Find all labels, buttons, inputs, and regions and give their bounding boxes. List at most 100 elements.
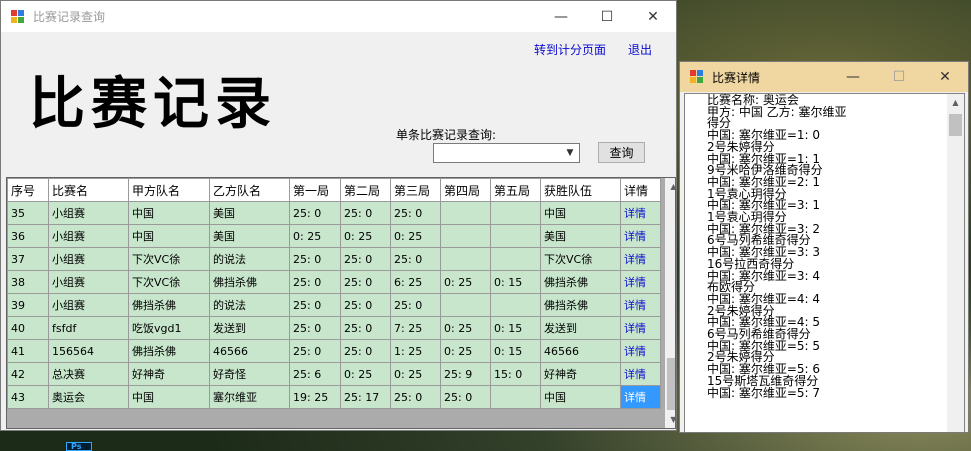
table-cell[interactable]: 下次VC徐 bbox=[540, 247, 621, 271]
table-cell[interactable] bbox=[440, 293, 491, 317]
minimize-icon[interactable]: — bbox=[830, 62, 876, 92]
table-cell[interactable]: 吃饭vgd1 bbox=[128, 316, 210, 340]
table-cell[interactable]: 25: 0 bbox=[289, 293, 341, 317]
table-cell[interactable]: 156564 bbox=[48, 339, 129, 363]
table-cell[interactable]: 25: 0 bbox=[340, 201, 391, 225]
table-cell[interactable]: 0: 25 bbox=[440, 339, 491, 363]
table-cell[interactable]: 的说法 bbox=[209, 293, 290, 317]
table-cell[interactable]: 0: 15 bbox=[490, 316, 541, 340]
column-header[interactable]: 甲方队名 bbox=[128, 178, 210, 202]
table-cell[interactable]: 美国 bbox=[209, 201, 290, 225]
table-cell[interactable] bbox=[440, 224, 491, 248]
table-row[interactable]: 37 小组赛 下次VC徐 的说法 25: 0 25: 0 25: 0 下次VC徐 详情 bbox=[7, 247, 661, 271]
table-cell[interactable]: 小组赛 bbox=[48, 293, 129, 317]
table-cell[interactable]: 佛挡杀佛 bbox=[540, 293, 621, 317]
scroll-thumb[interactable] bbox=[667, 358, 675, 410]
table-cell[interactable]: 美国 bbox=[540, 224, 621, 248]
table-cell[interactable]: 下次VC徐 bbox=[128, 247, 210, 271]
maximize-icon[interactable]: ☐ bbox=[584, 1, 630, 32]
table-cell[interactable] bbox=[490, 293, 541, 317]
table-cell[interactable]: 发送到 bbox=[209, 316, 290, 340]
grid-scrollbar[interactable]: ▲ ▼ bbox=[665, 178, 675, 428]
table-cell[interactable]: 25: 9 bbox=[440, 362, 491, 386]
detail-link[interactable]: 详情 bbox=[620, 293, 661, 317]
table-cell[interactable]: 25: 0 bbox=[289, 247, 341, 271]
column-header[interactable]: 详情 bbox=[620, 178, 661, 202]
table-cell[interactable]: 36 bbox=[7, 224, 49, 248]
detail-titlebar[interactable]: 比赛详情 — ☐ ✕ bbox=[680, 62, 968, 92]
table-row[interactable]: 43 奥运会 中国 塞尔维亚 19: 25 25: 17 25: 0 25: 0 中国 详情 bbox=[7, 385, 661, 409]
table-cell[interactable]: 25: 0 bbox=[340, 316, 391, 340]
table-cell[interactable]: 中国 bbox=[540, 201, 621, 225]
column-header[interactable]: 第三局 bbox=[390, 178, 441, 202]
table-cell[interactable]: 佛挡杀佛 bbox=[209, 270, 290, 294]
table-cell[interactable]: 35 bbox=[7, 201, 49, 225]
table-row[interactable]: 35 小组赛 中国 美国 25: 0 25: 0 25: 0 中国 详情 bbox=[7, 201, 661, 225]
table-cell[interactable]: 25: 0 bbox=[340, 339, 391, 363]
table-cell[interactable]: 小组赛 bbox=[48, 270, 129, 294]
detail-link[interactable]: 详情 bbox=[620, 201, 661, 225]
table-cell[interactable]: 40 bbox=[7, 316, 49, 340]
table-cell[interactable]: 1: 25 bbox=[390, 339, 441, 363]
table-cell[interactable]: 中国 bbox=[128, 224, 210, 248]
table-cell[interactable]: 46566 bbox=[540, 339, 621, 363]
table-cell[interactable]: 0: 15 bbox=[490, 339, 541, 363]
table-cell[interactable]: 25: 0 bbox=[390, 247, 441, 271]
table-cell[interactable]: 25: 0 bbox=[289, 339, 341, 363]
column-header[interactable]: 获胜队伍 bbox=[540, 178, 621, 202]
table-cell[interactable]: 41 bbox=[7, 339, 49, 363]
column-header[interactable]: 第五局 bbox=[490, 178, 541, 202]
table-cell[interactable]: 25: 0 bbox=[440, 385, 491, 409]
table-cell[interactable]: 0: 25 bbox=[340, 362, 391, 386]
table-cell[interactable]: 25: 0 bbox=[289, 201, 341, 225]
table-cell[interactable]: 25: 0 bbox=[390, 385, 441, 409]
table-cell[interactable] bbox=[490, 385, 541, 409]
main-titlebar[interactable]: 比赛记录查询 — ☐ ✕ bbox=[1, 1, 676, 32]
table-cell[interactable]: 小组赛 bbox=[48, 201, 129, 225]
table-cell[interactable]: 19: 25 bbox=[289, 385, 341, 409]
table-row[interactable]: 36 小组赛 中国 美国 0: 25 0: 25 0: 25 美国 详情 bbox=[7, 224, 661, 248]
table-cell[interactable]: 下次VC徐 bbox=[128, 270, 210, 294]
detail-link[interactable]: 详情 bbox=[620, 362, 661, 386]
table-cell[interactable]: 佛挡杀佛 bbox=[540, 270, 621, 294]
table-cell[interactable]: 小组赛 bbox=[48, 247, 129, 271]
table-cell[interactable] bbox=[440, 201, 491, 225]
table-cell[interactable]: 6: 25 bbox=[390, 270, 441, 294]
scoring-page-link[interactable]: 转到计分页面 bbox=[534, 41, 606, 58]
table-cell[interactable]: 46566 bbox=[209, 339, 290, 363]
column-header[interactable]: 比赛名 bbox=[48, 178, 129, 202]
table-cell[interactable]: 0: 25 bbox=[289, 224, 341, 248]
column-header[interactable]: 序号 bbox=[7, 178, 49, 202]
table-cell[interactable]: 塞尔维亚 bbox=[209, 385, 290, 409]
detail-link[interactable]: 详情 bbox=[620, 247, 661, 271]
table-cell[interactable]: 25: 17 bbox=[340, 385, 391, 409]
table-cell[interactable]: 25: 0 bbox=[289, 316, 341, 340]
table-cell[interactable]: 7: 25 bbox=[390, 316, 441, 340]
table-cell[interactable]: 25: 0 bbox=[390, 201, 441, 225]
table-row[interactable]: 40 fsfdf 吃饭vgd1 发送到 25: 0 25: 0 7: 25 0: 25 0: 1… bbox=[7, 316, 661, 340]
table-cell[interactable]: 中国 bbox=[540, 385, 621, 409]
table-cell[interactable]: 25: 0 bbox=[340, 293, 391, 317]
table-cell[interactable]: 奥运会 bbox=[48, 385, 129, 409]
table-cell[interactable]: 42 bbox=[7, 362, 49, 386]
close-icon[interactable]: ✕ bbox=[922, 62, 968, 92]
table-cell[interactable]: 0: 15 bbox=[490, 270, 541, 294]
scroll-down-icon[interactable]: ▼ bbox=[665, 411, 675, 428]
table-cell[interactable]: 佛挡杀佛 bbox=[128, 293, 210, 317]
table-cell[interactable]: 发送到 bbox=[540, 316, 621, 340]
table-cell[interactable]: 0: 25 bbox=[440, 316, 491, 340]
table-cell[interactable]: 中国 bbox=[128, 201, 210, 225]
chevron-down-icon[interactable]: ▼ bbox=[563, 146, 577, 160]
detail-textbox[interactable]: 比赛名称: 奥运会 甲方: 中国 乙方: 塞尔维亚 得分 中国: 塞尔维亚=1: 02… bbox=[684, 93, 965, 432]
table-cell[interactable]: 0: 25 bbox=[440, 270, 491, 294]
table-cell[interactable]: 好神奇 bbox=[128, 362, 210, 386]
table-row[interactable]: 38 小组赛 下次VC徐 佛挡杀佛 25: 0 25: 0 6: 25 0: 25 0: 15 佛… bbox=[7, 270, 661, 294]
table-cell[interactable]: fsfdf bbox=[48, 316, 129, 340]
table-cell[interactable] bbox=[490, 247, 541, 271]
records-grid[interactable]: 序号 比赛名 甲方队名 乙方队名 第一局 第二局 第三局 第四局 第五局 获胜队伍 详情 35 小组赛… bbox=[6, 177, 676, 429]
column-header[interactable]: 乙方队名 bbox=[209, 178, 290, 202]
query-combobox[interactable]: ▼ bbox=[433, 143, 580, 163]
photoshop-taskbar-icon[interactable]: Ps bbox=[66, 442, 92, 451]
table-cell[interactable]: 0: 25 bbox=[390, 362, 441, 386]
scroll-thumb[interactable] bbox=[949, 114, 962, 136]
